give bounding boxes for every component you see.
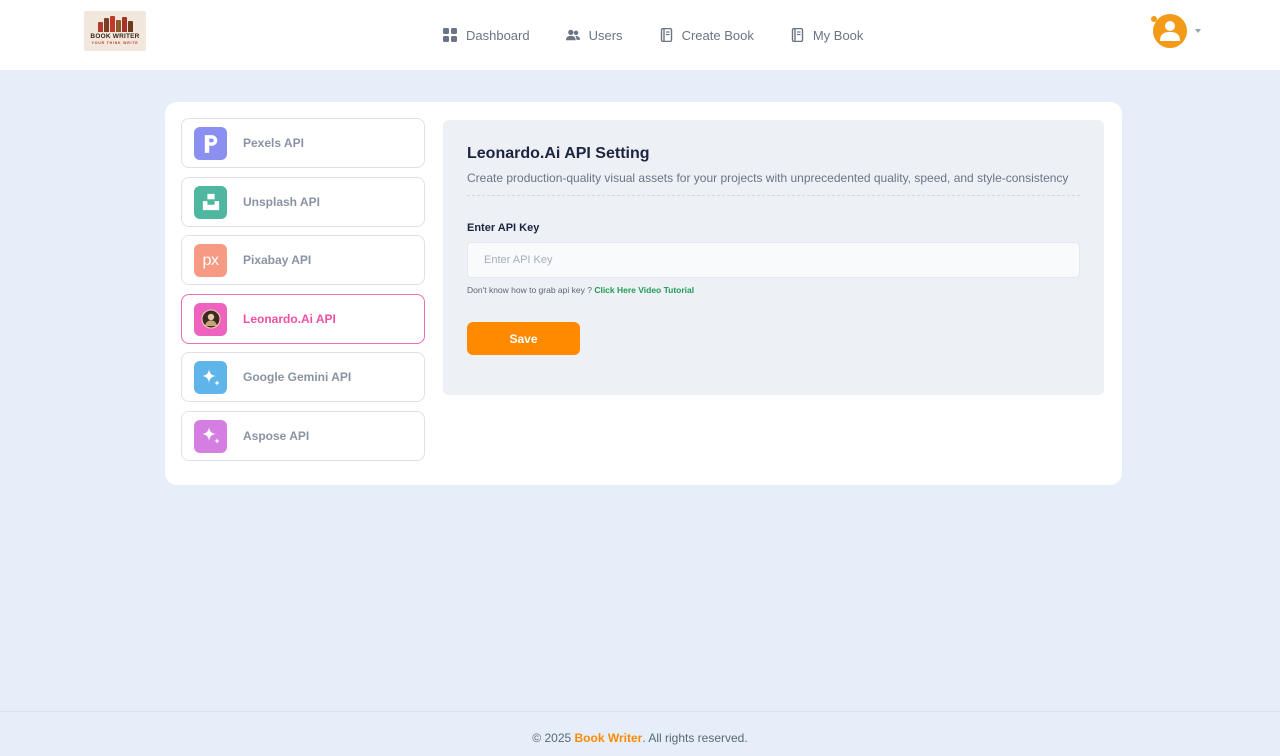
nav-dashboard[interactable]: Dashboard [443,23,530,47]
api-item-google-gemini[interactable]: Google Gemini API [181,352,425,402]
nav-users-label: Users [588,27,623,43]
save-button[interactable]: Save [467,322,580,355]
api-item-aspose[interactable]: Aspose API [181,410,425,461]
nav-users[interactable]: Users [565,23,623,47]
footer: © 2025 Book Writer. All rights reserved. [0,711,1280,756]
pixabay-icon: px [194,244,227,277]
nav-dashboard-label: Dashboard [466,27,530,43]
api-item-label: Unsplash API [243,194,320,209]
api-item-label: Google Gemini API [243,370,352,384]
book-icon [791,28,804,42]
unsplash-icon [194,185,227,219]
video-tutorial-link[interactable]: Click Here Video Tutorial [594,285,694,295]
api-item-pixabay[interactable]: px Pixabay API [181,235,425,285]
api-item-leonardo[interactable]: Leonardo.Ai API [181,293,425,344]
book-writer-logo[interactable]: BOOK WRITER YOUR THINK WRITE [84,11,146,51]
api-item-label: Aspose API [243,428,310,443]
user-icon [1160,21,1180,41]
api-item-unsplash[interactable]: Unsplash API [181,176,425,227]
copyright-suffix: . All rights reserved. [642,731,748,745]
help-text-prefix: Don't know how to grab api key ? [467,285,595,295]
sparkle-icon [194,361,227,394]
nav-my-book[interactable]: My Book [790,23,864,47]
book-icon [660,28,672,42]
settings-divider [467,195,1080,196]
copyright-text: © 2025 Book Writer. All rights reserved. [0,731,1280,745]
dashboard-grid-icon [443,28,457,42]
sparkle-icon [194,419,227,453]
api-key-label: Enter API Key [467,222,540,234]
pexels-icon [194,127,227,160]
settings-subtitle: Create production-quality visual assets … [467,171,1069,185]
leonardo-icon [194,302,227,336]
copyright-prefix: © 2025 [532,731,575,745]
logo-title: BOOK WRITER [90,33,140,40]
user-menu-caret-icon[interactable] [1195,29,1201,33]
footer-brand-link[interactable]: Book Writer [575,731,643,745]
pixabay-icon-text: px [202,251,219,269]
api-provider-list: Pexels API Unsplash API px Pixabay API L… [181,118,425,469]
nav-create-book-label: Create Book [681,27,754,43]
top-navbar: BOOK WRITER YOUR THINK WRITE Dashboard U… [0,0,1280,70]
logo-tagline: YOUR THINK WRITE [91,41,139,45]
user-avatar[interactable] [1151,14,1187,48]
api-item-pexels[interactable]: Pexels API [181,118,425,168]
settings-title: Leonardo.Ai API Setting [467,145,650,162]
nav-my-book-label: My Book [812,27,864,43]
nav-create-book[interactable]: Create Book [659,23,754,47]
help-text: Don't know how to grab api key ? Click H… [467,285,694,295]
main-nav: Dashboard Users Create Book My Book [443,0,863,70]
api-item-label: Pixabay API [243,253,312,267]
api-settings-card: Pexels API Unsplash API px Pixabay API L… [165,102,1122,485]
users-icon [565,29,580,41]
api-item-label: Leonardo.Ai API [243,311,336,326]
api-settings-panel: Leonardo.Ai API Setting Create productio… [443,120,1104,395]
avatar-dot [1151,16,1157,22]
books-graphic [98,16,134,32]
api-key-input[interactable] [467,242,1080,278]
api-item-label: Pexels API [243,136,304,150]
